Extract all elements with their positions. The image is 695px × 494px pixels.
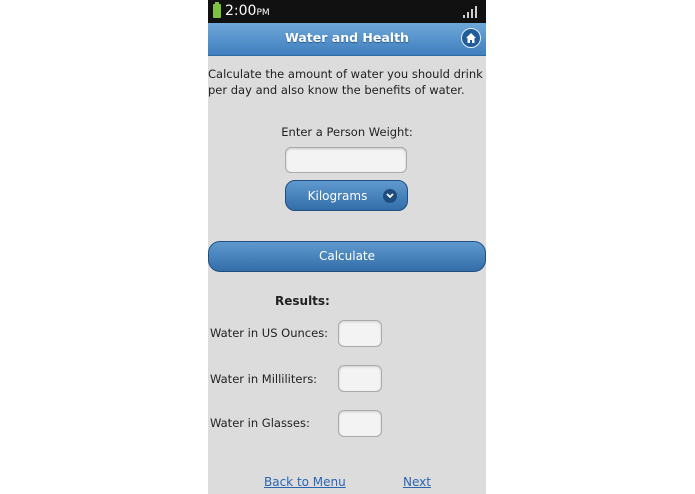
ounces-output: [338, 320, 382, 347]
milliliters-label: Water in Milliliters:: [210, 372, 318, 386]
home-icon: [466, 33, 476, 43]
page-title: Water and Health: [285, 30, 409, 45]
status-time: 2:00PM: [225, 3, 270, 19]
weight-input[interactable]: [285, 147, 407, 173]
signal-icon: [463, 6, 477, 18]
unit-select[interactable]: Kilograms: [285, 180, 408, 211]
header-bar: Water and Health: [208, 23, 486, 56]
status-bar: 2:00PM: [208, 0, 486, 23]
intro-text: Calculate the amount of water you should…: [208, 67, 483, 97]
home-button[interactable]: [461, 28, 481, 48]
next-link[interactable]: Next: [403, 475, 431, 489]
weight-label: Enter a Person Weight:: [281, 125, 413, 139]
battery-icon: [213, 2, 221, 18]
chevron-down-icon: [383, 189, 397, 203]
back-to-menu-link[interactable]: Back to Menu: [264, 475, 346, 489]
ounces-label: Water in US Ounces:: [210, 326, 329, 340]
phone-screen: 2:00PM Water and Health Calculate the am…: [208, 0, 486, 494]
glasses-output: [338, 410, 382, 437]
milliliters-output: [338, 365, 382, 392]
unit-select-value: Kilograms: [307, 189, 368, 203]
glasses-label: Water in Glasses:: [210, 416, 310, 430]
calculate-button[interactable]: Calculate: [208, 241, 486, 272]
results-heading: Results:: [275, 294, 330, 308]
